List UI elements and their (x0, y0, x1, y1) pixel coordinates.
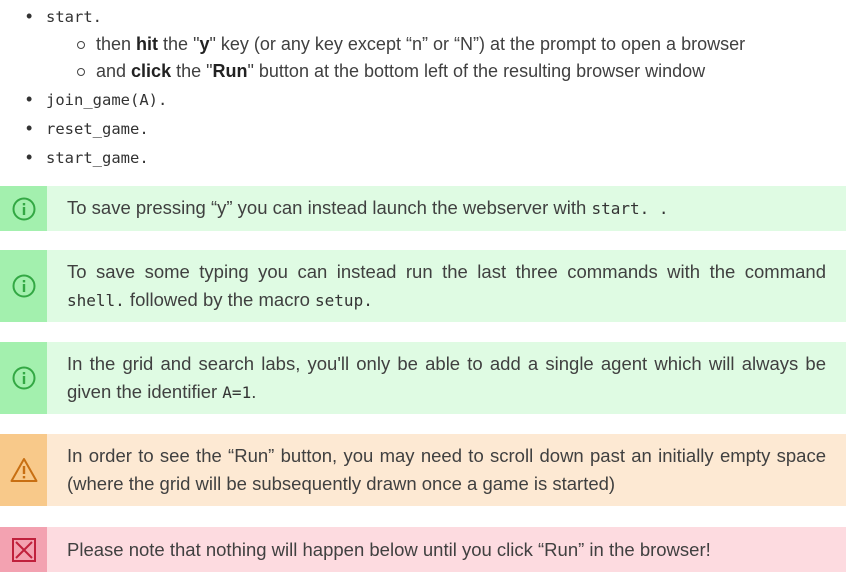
command-join-game: join_game(A). (46, 91, 168, 109)
list-item: start. then hit the "y" key (or any key … (20, 2, 850, 85)
text: To save pressing “y” you can instead lau… (67, 197, 592, 218)
command-start-game: start_game. (46, 149, 149, 167)
list-item: reset_game. (20, 114, 850, 143)
inline-code: start. . (591, 199, 669, 218)
note-icon-bar (0, 186, 47, 231)
text: " key (or any key except “n” or “N”) at … (209, 34, 746, 54)
text: followed by the macro (124, 288, 316, 310)
inline-code: A=1 (222, 382, 252, 402)
note-text: Please note that nothing will happen bel… (67, 538, 711, 560)
inline-code: setup. (315, 290, 373, 310)
text: " button at the bottom left of the resul… (247, 61, 706, 81)
text: the " (171, 61, 213, 81)
list-item: start_game. (20, 143, 850, 172)
text: To save some typing you can instead run … (67, 260, 826, 282)
note-icon-bar (0, 250, 47, 322)
text: then (96, 34, 137, 54)
warning-triangle-icon (10, 458, 37, 482)
danger-note: Please note that nothing will happen bel… (0, 527, 846, 572)
bold-text: click (131, 61, 172, 81)
cross-box-icon (11, 537, 36, 562)
command-start: start. (46, 8, 102, 26)
text: . (251, 380, 257, 402)
inline-code: shell. (67, 290, 125, 310)
text: and (96, 61, 132, 81)
info-note: To save pressing “y” you can instead lau… (0, 186, 846, 231)
sub-list-item: then hit the "y" key (or any key except … (46, 31, 850, 58)
bold-text: Run (212, 61, 248, 81)
note-icon-bar (0, 527, 47, 572)
info-note: In the grid and search labs, you'll only… (0, 342, 846, 414)
info-circle-icon (12, 366, 35, 390)
command-list: start. then hit the "y" key (or any key … (20, 2, 850, 172)
note-text: To save pressing “y” you can instead lau… (47, 186, 846, 231)
command-reset-game: reset_game. (46, 120, 149, 138)
sub-list: then hit the "y" key (or any key except … (46, 31, 850, 85)
info-circle-icon (12, 274, 35, 298)
text: In the grid and search labs, you'll only… (67, 352, 826, 402)
note-icon-bar (0, 434, 47, 506)
bold-text: hit (136, 34, 159, 54)
note-text: To save some typing you can instead run … (47, 250, 846, 322)
sub-list-item: and click the "Run" button at the bottom… (46, 58, 850, 85)
info-note: To save some typing you can instead run … (0, 250, 846, 322)
list-item: join_game(A). (20, 85, 850, 114)
info-circle-icon (12, 197, 35, 220)
note-text: In order to see the “Run” button, you ma… (67, 445, 826, 494)
bold-text: y (199, 34, 210, 54)
text: the " (158, 34, 200, 54)
warning-note: In order to see the “Run” button, you ma… (0, 434, 846, 506)
note-text: In the grid and search labs, you'll only… (47, 342, 846, 414)
note-icon-bar (0, 342, 47, 414)
